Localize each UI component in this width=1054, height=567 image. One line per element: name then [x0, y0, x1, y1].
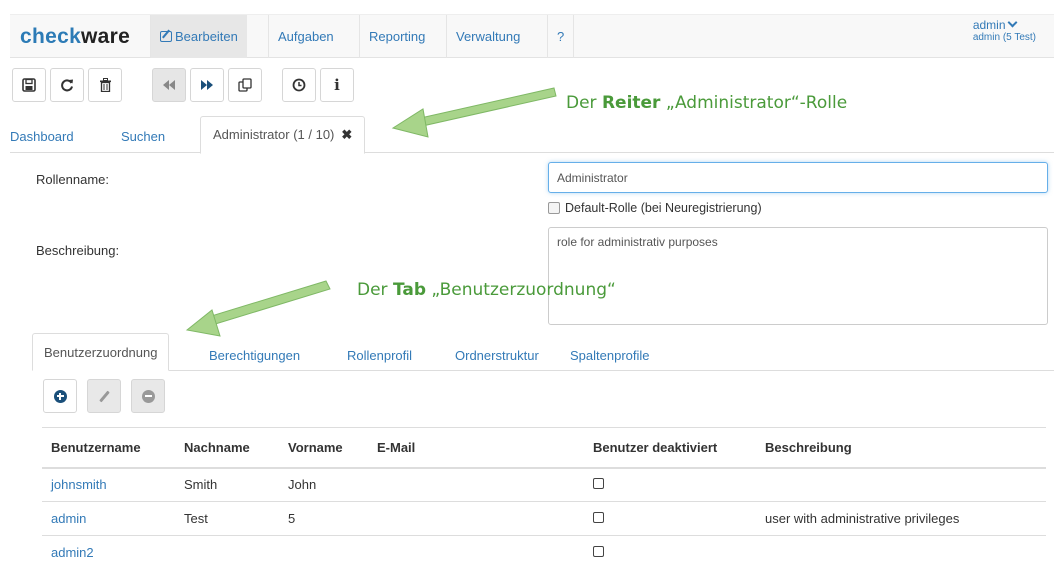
nav-aufgaben[interactable]: Aufgaben [268, 15, 343, 58]
deactivated-checkbox [593, 546, 604, 557]
copy-icon [238, 78, 252, 92]
tab-benutzerzuordnung[interactable]: Benutzerzuordnung [32, 333, 170, 371]
trash-icon [99, 78, 111, 92]
top-navbar: checkware Bearbeiten Aufgaben Reporting … [10, 14, 1054, 58]
table-header-row: Benutzername Nachname Vorname E-Mail Ben… [42, 427, 1046, 469]
cell-description: user with administrative privileges [756, 501, 1046, 536]
column-header-username[interactable]: Benutzername [42, 427, 175, 469]
page-tabs: Dashboard Suchen Administrator (1 / 10) ✖ [10, 113, 1054, 154]
delete-button[interactable] [88, 68, 122, 102]
role-detail-tabs: Benutzerzuordnung Berechtigungen Rollenp… [32, 333, 1054, 371]
cell-username[interactable]: admin2 [42, 535, 175, 567]
table-row[interactable]: admin Test 5 user with administrative pr… [42, 501, 1046, 536]
tab-administrator[interactable]: Administrator (1 / 10) ✖ [200, 116, 366, 154]
refresh-button[interactable] [50, 68, 84, 102]
deactivated-checkbox [593, 478, 604, 490]
description-label: Beschreibung: [36, 243, 120, 258]
nav-verwaltung[interactable]: Verwaltung [446, 15, 529, 58]
cell-deactivated [584, 501, 756, 536]
cell-firstname [279, 535, 368, 567]
info-icon: i [334, 76, 340, 94]
plus-circle-icon [53, 389, 67, 403]
tab-search[interactable]: Suchen [121, 121, 165, 153]
column-header-firstname[interactable]: Vorname [279, 427, 368, 469]
cell-deactivated [584, 467, 756, 502]
tab-spaltenprofile[interactable]: Spaltenprofile [570, 341, 650, 371]
cell-firstname: 5 [279, 501, 368, 536]
clock-icon [292, 78, 306, 92]
previous-record-button[interactable] [152, 68, 186, 102]
annotation-tab: Der Tab „Benutzerzuordnung“ [357, 280, 616, 300]
table-row[interactable]: johnsmith Smith John [42, 467, 1046, 502]
info-button[interactable]: i [320, 68, 354, 102]
tab-ordnerstruktur[interactable]: Ordnerstruktur [455, 341, 539, 371]
save-button[interactable] [12, 68, 46, 102]
column-header-description[interactable]: Beschreibung [756, 427, 1046, 469]
user-assignment-table: Benutzername Nachname Vorname E-Mail Ben… [42, 427, 1046, 567]
table-row[interactable]: admin2 [42, 535, 1046, 567]
save-icon [22, 78, 36, 92]
default-role-checkbox-row[interactable]: Default-Rolle (bei Neuregistrierung) [548, 201, 762, 215]
role-name-input[interactable] [548, 162, 1048, 193]
rewind-icon [163, 80, 175, 90]
nav-help[interactable]: ? [547, 15, 575, 58]
user-menu[interactable]: admin admin (5 Test) [973, 17, 1036, 43]
remove-user-button[interactable] [131, 379, 165, 413]
cell-lastname [175, 535, 279, 567]
edit-icon [160, 31, 172, 42]
tab-rollenprofil[interactable]: Rollenprofil [347, 341, 412, 371]
annotation-reiter: Der Reiter „Administrator“-Rolle [566, 93, 848, 113]
close-icon[interactable]: ✖ [341, 127, 352, 142]
column-header-lastname[interactable]: Nachname [175, 427, 279, 469]
fast-forward-icon [201, 80, 213, 90]
edit-user-button[interactable] [87, 379, 121, 413]
minus-circle-icon [141, 389, 155, 403]
cell-email [368, 501, 584, 536]
default-role-checkbox[interactable] [548, 202, 560, 214]
cell-description [756, 535, 1046, 567]
tab-berechtigungen[interactable]: Berechtigungen [209, 341, 300, 371]
add-user-button[interactable] [43, 379, 77, 413]
cell-email [368, 535, 584, 567]
column-header-deactivated[interactable]: Benutzer deaktiviert [584, 427, 756, 469]
nav-reporting[interactable]: Reporting [359, 15, 434, 58]
history-button[interactable] [282, 68, 316, 102]
copy-button[interactable] [228, 68, 262, 102]
cell-lastname: Test [175, 501, 279, 536]
tab-arrow [185, 280, 331, 337]
refresh-icon [61, 79, 73, 92]
deactivated-checkbox [593, 512, 604, 523]
description-textarea[interactable]: role for administrativ purposes [548, 227, 1048, 325]
next-record-button[interactable] [190, 68, 224, 102]
cell-description [756, 467, 1046, 502]
cell-username[interactable]: admin [42, 501, 175, 536]
cell-firstname: John [279, 467, 368, 502]
cell-deactivated [584, 535, 756, 567]
role-name-label: Rollenname: [36, 172, 109, 187]
cell-lastname: Smith [175, 467, 279, 502]
chevron-down-icon [1007, 17, 1017, 28]
cell-email [368, 467, 584, 502]
column-header-email[interactable]: E-Mail [368, 427, 584, 469]
cell-username[interactable]: johnsmith [42, 467, 175, 502]
tab-dashboard[interactable]: Dashboard [10, 121, 74, 153]
pencil-icon [98, 390, 110, 402]
brand-logo[interactable]: checkware [20, 25, 130, 49]
nav-bearbeiten[interactable]: Bearbeiten [150, 15, 247, 58]
